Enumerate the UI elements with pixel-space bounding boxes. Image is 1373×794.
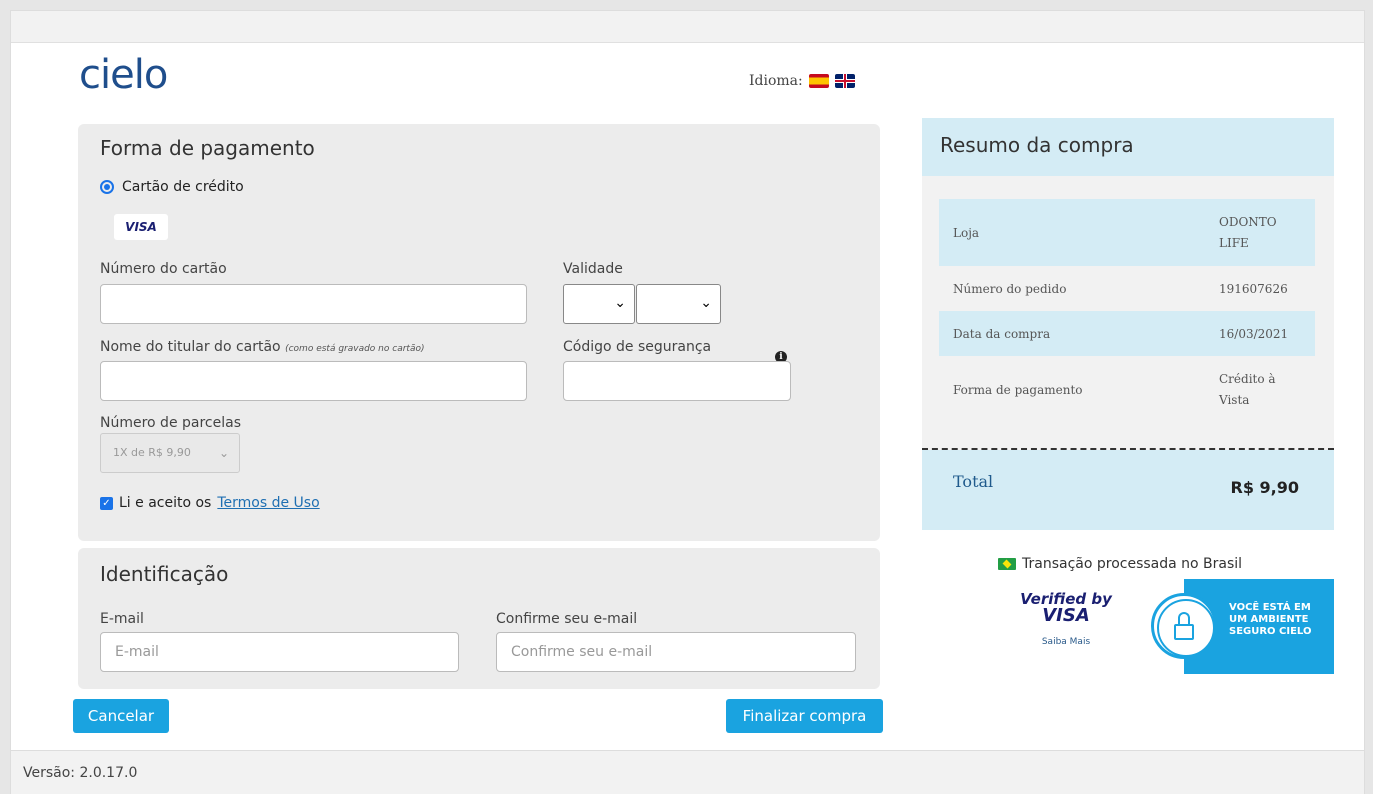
total-label: Total: [953, 472, 994, 491]
summary-value: 16/03/2021: [1219, 326, 1289, 341]
installments-value: 1X de R$ 9,90: [113, 446, 191, 459]
summary-row: Loja ODONTO LIFE: [939, 199, 1315, 266]
secure-line-3: SEGURO CIELO: [1229, 626, 1312, 637]
brazil-note: Transação processada no Brasil: [998, 556, 1242, 572]
holder-label: Nome do titular do cartão (como está gra…: [100, 339, 424, 355]
summary-row: Número do pedido 191607626: [939, 266, 1315, 311]
secure-environment-badge: VOCÊ ESTÁ EM UM AMBIENTE SEGURO CIELO: [1151, 579, 1334, 674]
payment-panel: Forma de pagamento Cartão de crédito VIS…: [78, 124, 880, 541]
summary-value: 191607626: [1219, 281, 1288, 296]
brazil-flag-icon: [998, 558, 1016, 570]
holder-label-text: Nome do titular do cartão: [100, 339, 281, 355]
terms-of-use-link[interactable]: Termos de Uso: [217, 495, 319, 511]
purchase-summary: Resumo da compra Loja ODONTO LIFE Número…: [922, 118, 1334, 530]
expiry-month-select[interactable]: ⌄: [563, 284, 635, 324]
chevron-down-icon: ⌄: [700, 295, 712, 311]
english-flag-icon[interactable]: [834, 74, 855, 88]
identification-title: Identificação: [100, 562, 229, 586]
learn-more-link[interactable]: Saiba Mais: [1016, 637, 1116, 647]
card-number-label: Número do cartão: [100, 261, 227, 277]
email-label: E-mail: [100, 611, 144, 627]
card-number-input[interactable]: [100, 284, 527, 324]
secure-text: VOCÊ ESTÁ EM UM AMBIENTE SEGURO CIELO: [1229, 602, 1311, 638]
installments-label: Número de parcelas: [100, 415, 241, 431]
checkout-frame: cielo Idioma: Forma de pagamento Cartão …: [10, 10, 1365, 794]
terms-checkbox-row[interactable]: ✓ Li e aceito os Termos de Uso: [100, 495, 320, 511]
language-selector: Idioma:: [749, 73, 855, 89]
holder-hint: (como está gravado no cartão): [285, 344, 425, 354]
expiry-label: Validade: [563, 261, 623, 277]
visa-logo: VISA: [114, 214, 168, 240]
total-box: Total R$ 9,90: [922, 450, 1334, 530]
summary-value: ODONTO LIFE: [1219, 214, 1277, 250]
credit-card-label: Cartão de crédito: [122, 179, 244, 195]
expiry-year-select[interactable]: ⌄: [636, 284, 721, 324]
summary-key: Data da compra: [953, 326, 1051, 341]
holder-name-input[interactable]: [100, 361, 527, 401]
summary-title: Resumo da compra: [922, 118, 1334, 176]
confirm-email-label: Confirme seu e-mail: [496, 611, 638, 627]
lock-icon: [1151, 593, 1217, 659]
summary-table: Loja ODONTO LIFE Número do pedido 191607…: [939, 199, 1315, 424]
summary-row: Forma de pagamento Crédito à Vista: [939, 356, 1315, 424]
cielo-logo: cielo: [79, 52, 168, 98]
secure-line-1: VOCÊ ESTÁ EM: [1229, 602, 1311, 613]
cvv-label: Código de segurança: [563, 339, 712, 355]
verified-by-visa-logo: Verified by VISA Saiba Mais: [1016, 591, 1116, 647]
summary-key: Número do pedido: [953, 281, 1067, 296]
confirm-email-field[interactable]: Confirme seu e-mail: [496, 632, 856, 672]
summary-key: Forma de pagamento: [953, 383, 1083, 397]
email-field[interactable]: E-mail: [100, 632, 459, 672]
installments-select[interactable]: 1X de R$ 9,90 ⌄: [100, 433, 240, 473]
top-bar: [11, 11, 1364, 43]
cvv-input[interactable]: [563, 361, 791, 401]
chevron-down-icon: ⌄: [218, 446, 229, 460]
finish-purchase-button[interactable]: Finalizar compra: [726, 699, 883, 733]
radio-selected-icon[interactable]: [100, 180, 114, 194]
checkbox-checked-icon[interactable]: ✓: [100, 496, 113, 510]
total-value: R$ 9,90: [1230, 478, 1300, 497]
terms-text: Li e aceito os: [119, 495, 212, 511]
summary-value: Crédito à Vista: [1219, 372, 1276, 407]
credit-card-radio[interactable]: Cartão de crédito: [100, 179, 244, 195]
brazil-note-text: Transação processada no Brasil: [1022, 556, 1243, 572]
footer-version: Versão: 2.0.17.0: [11, 750, 1364, 794]
identification-panel: Identificação E-mail E-mail Confirme seu…: [78, 548, 880, 689]
visa-text: VISA: [1042, 605, 1090, 626]
language-label: Idioma:: [749, 73, 803, 89]
chevron-down-icon: ⌄: [614, 295, 626, 311]
summary-row: Data da compra 16/03/2021: [939, 311, 1315, 356]
cancel-button[interactable]: Cancelar: [73, 699, 169, 733]
spanish-flag-icon[interactable]: [808, 74, 829, 88]
secure-line-2: UM AMBIENTE: [1229, 614, 1309, 625]
payment-title: Forma de pagamento: [100, 136, 315, 160]
summary-key: Loja: [953, 225, 980, 240]
